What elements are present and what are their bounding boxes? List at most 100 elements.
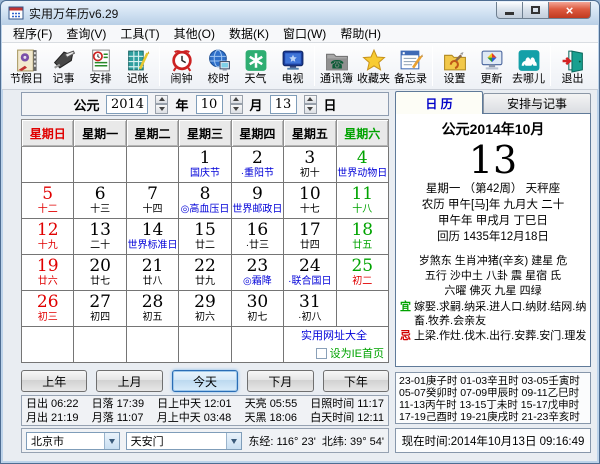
- tab-calendar[interactable]: 日 历: [395, 91, 483, 114]
- calendar-day-cell[interactable]: 18廿五: [336, 219, 388, 255]
- toolbar-alarm[interactable]: 闹钟: [163, 48, 200, 85]
- calendar-day-cell[interactable]: 11十八: [336, 183, 388, 219]
- toolbar-memo[interactable]: 备忘录: [392, 48, 429, 85]
- menu-item[interactable]: 查询(V): [59, 24, 113, 43]
- menu-item[interactable]: 其他(O): [167, 24, 222, 43]
- link-cell: 实用网址大全设为IE首页: [284, 327, 389, 363]
- toolbar-settings[interactable]: 设置: [436, 48, 473, 85]
- calendar-day-cell[interactable]: 19廿六: [22, 255, 74, 291]
- chevron-down-icon[interactable]: [226, 433, 241, 449]
- calendar-day-cell[interactable]: 26初三: [22, 291, 74, 327]
- toolbar-tv[interactable]: 电视: [274, 48, 311, 85]
- month-down-icon[interactable]: [230, 104, 243, 114]
- memo-icon: [398, 48, 424, 73]
- calendar-day-cell[interactable]: 14世界标准日: [126, 219, 178, 255]
- day-up-icon[interactable]: [304, 95, 317, 105]
- calendar-day-cell[interactable]: 27初四: [74, 291, 126, 327]
- nav-button-下年[interactable]: 下年: [323, 370, 389, 392]
- toolbar-travel[interactable]: 去哪儿: [510, 48, 547, 85]
- calendar-day-cell[interactable]: 13二十: [74, 219, 126, 255]
- month-input[interactable]: 10: [196, 95, 223, 114]
- menu-item[interactable]: 工具(T): [113, 24, 166, 43]
- calendar-day-cell[interactable]: 8◎高血压日: [179, 183, 231, 219]
- toolbar-timesync[interactable]: 校时: [200, 48, 237, 85]
- nav-button-下月[interactable]: 下月: [247, 370, 313, 392]
- toolbar-ledger[interactable]: 记帐: [119, 48, 156, 85]
- place-select[interactable]: 天安门: [126, 432, 243, 450]
- close-button[interactable]: ×: [549, 2, 591, 19]
- menu-item[interactable]: 帮助(H): [333, 24, 388, 43]
- calendar-day-cell[interactable]: 9世界邮政日: [231, 183, 283, 219]
- minimize-button[interactable]: [496, 2, 523, 19]
- menu-item[interactable]: 窗口(W): [276, 24, 333, 43]
- ji-text: 上梁.作灶.伐木.出行.安葬.安门.理发: [414, 329, 586, 343]
- month-spinner[interactable]: [230, 95, 243, 114]
- toolbar-weather[interactable]: 天气: [237, 48, 274, 85]
- toolbar-contacts[interactable]: ☎通讯簿: [318, 48, 355, 85]
- calendar-day-cell[interactable]: 20廿七: [74, 255, 126, 291]
- year-down-icon[interactable]: [155, 104, 168, 114]
- calendar-day-cell[interactable]: 1国庆节: [179, 147, 231, 183]
- calendar-day-cell[interactable]: 4世界动物日: [336, 147, 388, 183]
- checkbox-icon[interactable]: [316, 348, 327, 359]
- title-bar[interactable]: 实用万年历v6.29 ×: [1, 1, 599, 25]
- toolbar-exit[interactable]: 退出: [554, 48, 591, 85]
- calendar-day-cell[interactable]: 23◎霜降: [231, 255, 283, 291]
- calendar-day-cell[interactable]: 28初五: [126, 291, 178, 327]
- toolbar-notes[interactable]: 记事: [45, 48, 82, 85]
- toolbar-update[interactable]: 更新: [473, 48, 510, 85]
- month-unit-label: 月: [250, 95, 263, 114]
- toolbar-favorites[interactable]: 收藏夹: [355, 48, 392, 85]
- day-subtext: 初五: [127, 312, 178, 324]
- calendar-day-cell[interactable]: 31·初八: [284, 291, 336, 327]
- day-subtext: ·初八: [284, 312, 335, 324]
- yi-text: 嫁娶.求嗣.纳采.进人口.纳财.结网.纳畜.牧养.会亲友: [414, 300, 587, 328]
- day-spinner[interactable]: [304, 95, 317, 114]
- hour-line: 17-19己酉时 19-21庚戌时 21-23辛亥时: [399, 411, 590, 423]
- day-subtext: ◎高血压日: [179, 204, 230, 216]
- calendar-day-cell[interactable]: 10十七: [284, 183, 336, 219]
- calendar-day-cell[interactable]: 21廿八: [126, 255, 178, 291]
- sun-info-pair: 日上中天12:01: [157, 397, 232, 411]
- nav-button-今天[interactable]: 今天: [172, 370, 238, 392]
- maximize-button[interactable]: [523, 2, 549, 19]
- day-subtext: 廿九: [179, 276, 230, 288]
- city-select[interactable]: 北京市: [26, 432, 120, 450]
- calendar-day-cell[interactable]: 2·重阳节: [231, 147, 283, 183]
- set-ie-homepage-checkbox[interactable]: 设为IE首页: [284, 345, 384, 361]
- nav-button-上年[interactable]: 上年: [21, 370, 87, 392]
- calendar-day-cell[interactable]: 3初十: [284, 147, 336, 183]
- calendar-day-cell[interactable]: 6十三: [74, 183, 126, 219]
- holiday-icon: [14, 48, 40, 73]
- year-spinner[interactable]: [155, 95, 168, 114]
- calendar-day-cell[interactable]: 16·廿三: [231, 219, 283, 255]
- calendar-day-cell[interactable]: 5十二: [22, 183, 74, 219]
- tab-schedule-notes[interactable]: 安排与记事: [483, 93, 591, 114]
- calendar-empty-cell: [336, 291, 388, 327]
- calendar-day-cell[interactable]: 25初二: [336, 255, 388, 291]
- toolbar-label: 记事: [53, 73, 75, 85]
- calendar-day-cell[interactable]: 17廿四: [284, 219, 336, 255]
- calendar-day-cell[interactable]: 7十四: [126, 183, 178, 219]
- toolbar-schedule[interactable]: 安排: [82, 48, 119, 85]
- day-input[interactable]: 13: [270, 95, 297, 114]
- useful-sites-link[interactable]: 实用网址大全: [284, 330, 384, 343]
- calendar-day-cell[interactable]: 22廿九: [179, 255, 231, 291]
- calendar-day-cell[interactable]: 24·联合国日: [284, 255, 336, 291]
- nav-button-上月[interactable]: 上月: [96, 370, 162, 392]
- year-input[interactable]: 2014: [106, 95, 148, 114]
- toolbar-holiday[interactable]: 节假日: [8, 48, 45, 85]
- chevron-down-icon[interactable]: [104, 433, 119, 449]
- menu-item[interactable]: 程序(F): [6, 24, 59, 43]
- calendar-day-cell[interactable]: 29初六: [179, 291, 231, 327]
- menu-item[interactable]: 数据(K): [222, 24, 276, 43]
- day-number: 7: [127, 184, 178, 204]
- calendar-day-cell[interactable]: 12十九: [22, 219, 74, 255]
- toolbar-label: 更新: [481, 73, 503, 85]
- sun-info-label: 日上中天: [157, 398, 201, 410]
- year-up-icon[interactable]: [155, 95, 168, 105]
- day-down-icon[interactable]: [304, 104, 317, 114]
- month-up-icon[interactable]: [230, 95, 243, 105]
- calendar-day-cell[interactable]: 15廿二: [179, 219, 231, 255]
- calendar-day-cell[interactable]: 30初七: [231, 291, 283, 327]
